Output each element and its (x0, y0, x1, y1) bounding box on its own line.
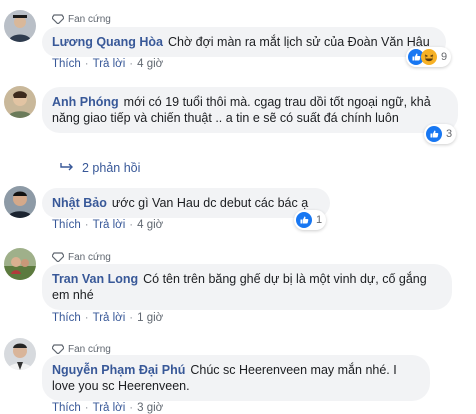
reply-link[interactable]: Trả lời (93, 402, 126, 414)
comment-author[interactable]: Nguyễn Phạm Đại Phú (52, 363, 185, 377)
like-icon (296, 212, 312, 228)
avatar[interactable] (4, 86, 36, 118)
reaction-count: 3 (446, 128, 453, 140)
reply-link[interactable]: Trả lời (93, 312, 126, 324)
comment-actions: Thích · Trả lời · 1 giờ (52, 312, 164, 324)
comment-author[interactable]: Lương Quang Hòa (52, 35, 163, 49)
avatar[interactable] (4, 10, 36, 42)
replies-count[interactable]: 2 phản hồi (82, 161, 140, 175)
haha-icon (421, 49, 437, 65)
reaction-summary[interactable]: 1 (294, 210, 327, 230)
view-replies-link[interactable]: 2 phản hồi (60, 161, 140, 175)
avatar[interactable] (4, 248, 36, 280)
diamond-icon (52, 252, 64, 262)
comment-author[interactable]: Nhật Bảo (52, 196, 107, 210)
comment-bubble: Anh Phóng mới có 19 tuổi thôi mà. cgag tr… (42, 87, 458, 133)
comment-time[interactable]: 1 giờ (137, 312, 163, 324)
comment-time[interactable]: 4 giờ (137, 58, 163, 70)
fan-badge: Fan cứng (52, 12, 111, 26)
comment-text: Chờ đợi màn ra mắt lịch sử của Đoàn Văn … (168, 35, 430, 49)
fan-badge: Fan cứng (52, 342, 111, 356)
comment-author[interactable]: Tran Van Long (52, 272, 138, 286)
diamond-icon (52, 14, 64, 24)
comment-time[interactable]: 4 giờ (137, 219, 163, 231)
reply-arrow-icon (60, 161, 74, 175)
comment-actions: Thích · Trả lời · 3 giờ (52, 402, 164, 414)
avatar[interactable] (4, 338, 36, 370)
reaction-summary[interactable]: 9 (406, 47, 452, 67)
reaction-count: 1 (316, 214, 323, 226)
avatar[interactable] (4, 186, 36, 218)
diamond-icon (52, 344, 64, 354)
reply-link[interactable]: Trả lời (93, 219, 126, 231)
comment-actions: Thích · Trả lời · 4 giờ (52, 219, 164, 231)
reaction-count: 9 (441, 51, 448, 63)
like-link[interactable]: Thích (52, 219, 81, 231)
fan-badge-label: Fan cứng (68, 343, 111, 355)
comment-author[interactable]: Anh Phóng (52, 95, 119, 109)
like-icon (426, 126, 442, 142)
fan-badge-label: Fan cứng (68, 251, 111, 263)
like-link[interactable]: Thích (52, 402, 81, 414)
fan-badge-label: Fan cứng (68, 13, 111, 25)
reaction-summary[interactable]: 3 (424, 124, 457, 144)
comment-time[interactable]: 3 giờ (137, 402, 163, 414)
like-link[interactable]: Thích (52, 312, 81, 324)
comment-text: ước gì Van Hau dc debut các bác ạ (111, 196, 309, 210)
reply-link[interactable]: Trả lời (93, 58, 126, 70)
comment-actions: Thích · Trả lời · 4 giờ (52, 58, 164, 70)
comment-bubble: Nguyễn Phạm Đại Phú Chúc sc Heerenveen ma… (42, 355, 430, 401)
fan-badge: Fan cứng (52, 250, 111, 264)
comment-bubble: Nhật Bảo ước gì Van Hau dc debut các bác … (42, 188, 330, 218)
like-link[interactable]: Thích (52, 58, 81, 70)
comment-bubble: Lương Quang Hòa Chờ đợi màn ra mắt lịch s… (42, 27, 446, 57)
comment-bubble: Tran Van Long Có tên trên băng ghế dự bị … (42, 264, 452, 310)
